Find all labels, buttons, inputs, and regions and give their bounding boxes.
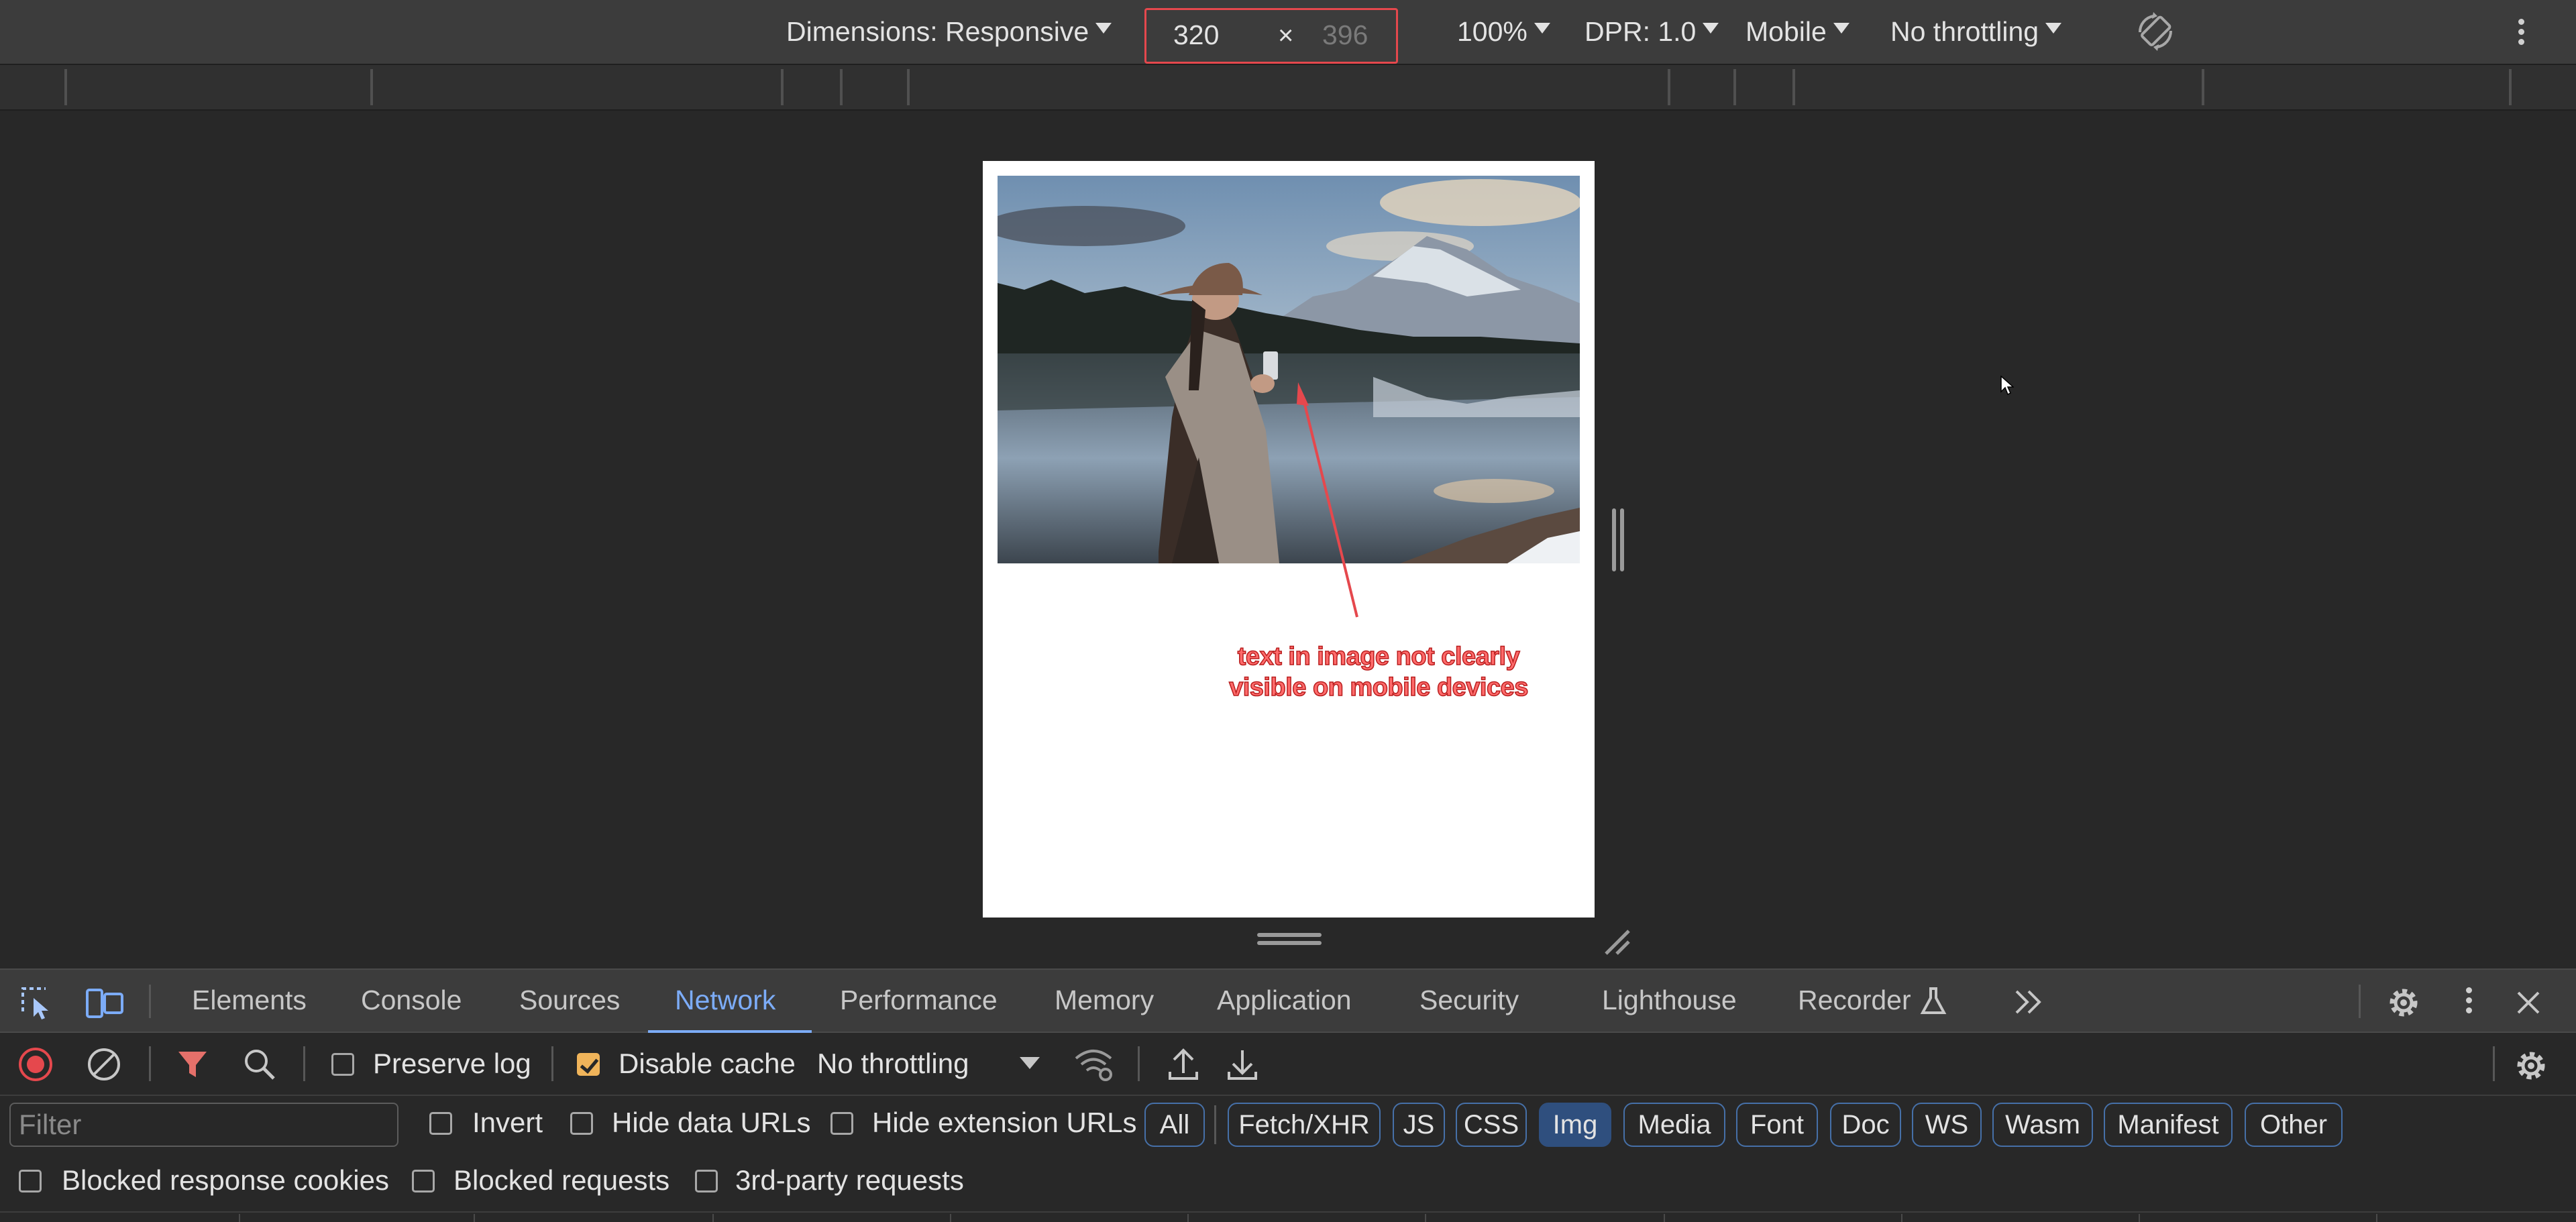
tab-performance[interactable]: Performance (840, 985, 998, 1016)
resize-handle-right[interactable] (1611, 508, 1627, 571)
resize-handle-bottom[interactable] (1257, 932, 1322, 949)
chip-manifest[interactable]: Manifest (2104, 1103, 2233, 1147)
disable-cache-label: Disable cache (619, 1048, 796, 1079)
chip-other[interactable]: Other (2245, 1103, 2343, 1147)
width-input[interactable]: 320 (1173, 19, 1219, 51)
resize-corner-icon[interactable] (1602, 927, 1633, 958)
flask-icon (1920, 987, 1947, 1014)
chip-wasm[interactable]: Wasm (1992, 1103, 2093, 1147)
caret-down-icon (1020, 1057, 1040, 1069)
tab-memory[interactable]: Memory (1055, 985, 1154, 1016)
caret-down-icon (1833, 23, 1849, 34)
caret-down-icon (1095, 23, 1112, 34)
tab-network[interactable]: Network (675, 985, 775, 1016)
preserve-log-label: Preserve log (373, 1048, 531, 1079)
tab-lighthouse[interactable]: Lighthouse (1602, 985, 1737, 1016)
chip-font[interactable]: Font (1736, 1103, 1818, 1147)
blocked-response-cookies-label: Blocked response cookies (62, 1164, 389, 1196)
dimensions-dropdown[interactable]: Dimensions: Responsive (786, 15, 1112, 48)
record-stop-icon[interactable] (17, 1046, 54, 1082)
height-input[interactable]: 396 (1322, 19, 1368, 51)
close-icon[interactable] (2514, 989, 2542, 1017)
blocked-requests-label: Blocked requests (453, 1164, 670, 1196)
clear-icon[interactable] (86, 1046, 122, 1082)
dimensions-inputs: 320 × 396 (1144, 8, 1398, 64)
media-query-ruler (0, 64, 2576, 111)
network-toolbar: Preserve log Disable cache No throttling (0, 1033, 2576, 1096)
zoom-dropdown[interactable]: 100% (1457, 15, 1550, 48)
invert-label: Invert (472, 1107, 543, 1138)
tab-elements[interactable]: Elements (192, 985, 307, 1016)
device-type-dropdown[interactable]: Mobile (1746, 15, 1849, 48)
device-viewport: text in image not clearly visible on mob… (983, 161, 1595, 918)
invert-checkbox[interactable] (429, 1112, 452, 1135)
import-har-icon[interactable] (1166, 1046, 1201, 1082)
tab-security[interactable]: Security (1419, 985, 1519, 1016)
third-party-requests-label: 3rd-party requests (735, 1164, 964, 1196)
filter-icon[interactable] (174, 1046, 211, 1082)
caret-down-icon (1703, 23, 1719, 34)
preserve-log-checkbox[interactable] (331, 1053, 354, 1076)
disable-cache-checkbox[interactable] (577, 1053, 600, 1076)
chip-css[interactable]: CSS (1456, 1103, 1527, 1147)
chip-js[interactable]: JS (1393, 1103, 1445, 1147)
chip-media[interactable]: Media (1623, 1103, 1725, 1147)
blocked-response-cookies-checkbox[interactable] (19, 1170, 42, 1192)
devtools-tab-bar: Elements Console Sources Network Perform… (0, 968, 2576, 1034)
third-party-requests-checkbox[interactable] (695, 1170, 718, 1192)
tab-application[interactable]: Application (1217, 985, 1352, 1016)
tab-console[interactable]: Console (361, 985, 462, 1016)
request-table-header-strip (0, 1211, 2576, 1222)
filter-input[interactable] (9, 1103, 398, 1147)
hide-data-urls-label: Hide data URLs (612, 1107, 811, 1138)
gear-icon[interactable] (2384, 983, 2423, 1022)
annotation-text: text in image not clearly visible on mob… (1204, 641, 1553, 703)
search-icon[interactable] (241, 1046, 278, 1082)
device-toolbar-icon[interactable] (85, 985, 125, 1021)
mouse-cursor-icon (2000, 376, 2014, 396)
landscape-photo (998, 176, 1580, 563)
zoom-label: 100% (1457, 15, 1527, 47)
more-options-icon[interactable] (2518, 19, 2525, 49)
chip-all[interactable]: All (1144, 1103, 1205, 1147)
chip-img[interactable]: Img (1539, 1103, 1611, 1147)
chip-fetch-xhr[interactable]: Fetch/XHR (1228, 1103, 1381, 1147)
hide-data-urls-checkbox[interactable] (570, 1112, 593, 1135)
chevron-double-right-icon[interactable] (2011, 987, 2045, 1017)
dimensions-label: Dimensions: Responsive (786, 15, 1089, 47)
annotation-line-2: visible on mobile devices (1228, 673, 1529, 702)
chip-doc[interactable]: Doc (1830, 1103, 1901, 1147)
hide-extension-urls-label: Hide extension URLs (872, 1107, 1137, 1138)
caret-down-icon (1534, 23, 1550, 34)
dpr-dropdown[interactable]: DPR: 1.0 (1585, 15, 1719, 48)
network-settings-gear-icon[interactable] (2512, 1046, 2551, 1085)
tab-recorder[interactable]: Recorder (1798, 985, 1911, 1016)
times-icon: × (1278, 21, 1294, 50)
device-type-label: Mobile (1746, 15, 1827, 47)
throttling-label: No throttling (1890, 15, 2039, 47)
blocked-filters-row: Blocked response cookies Blocked request… (0, 1159, 2576, 1215)
inspect-element-icon[interactable] (19, 985, 55, 1021)
network-conditions-icon[interactable] (1073, 1046, 1115, 1082)
export-har-icon[interactable] (1225, 1046, 1260, 1082)
device-toolbar: Dimensions: Responsive 320 × 396 100% DP… (0, 0, 2576, 64)
dpr-label: DPR: 1.0 (1585, 15, 1697, 47)
throttling-dropdown[interactable]: No throttling (1890, 15, 2062, 48)
kebab-icon[interactable] (2466, 987, 2473, 1017)
annotation-line-1: text in image not clearly (1237, 642, 1520, 671)
caret-down-icon (2045, 23, 2062, 34)
blocked-requests-checkbox[interactable] (412, 1170, 435, 1192)
rotate-icon[interactable] (2133, 9, 2178, 54)
network-throttling-label: No throttling (817, 1048, 969, 1079)
filter-row: Invert Hide data URLs Hide extension URL… (0, 1096, 2576, 1159)
chip-ws[interactable]: WS (1912, 1103, 1982, 1147)
tab-sources[interactable]: Sources (519, 985, 620, 1016)
hide-extension-urls-checkbox[interactable] (830, 1112, 853, 1135)
